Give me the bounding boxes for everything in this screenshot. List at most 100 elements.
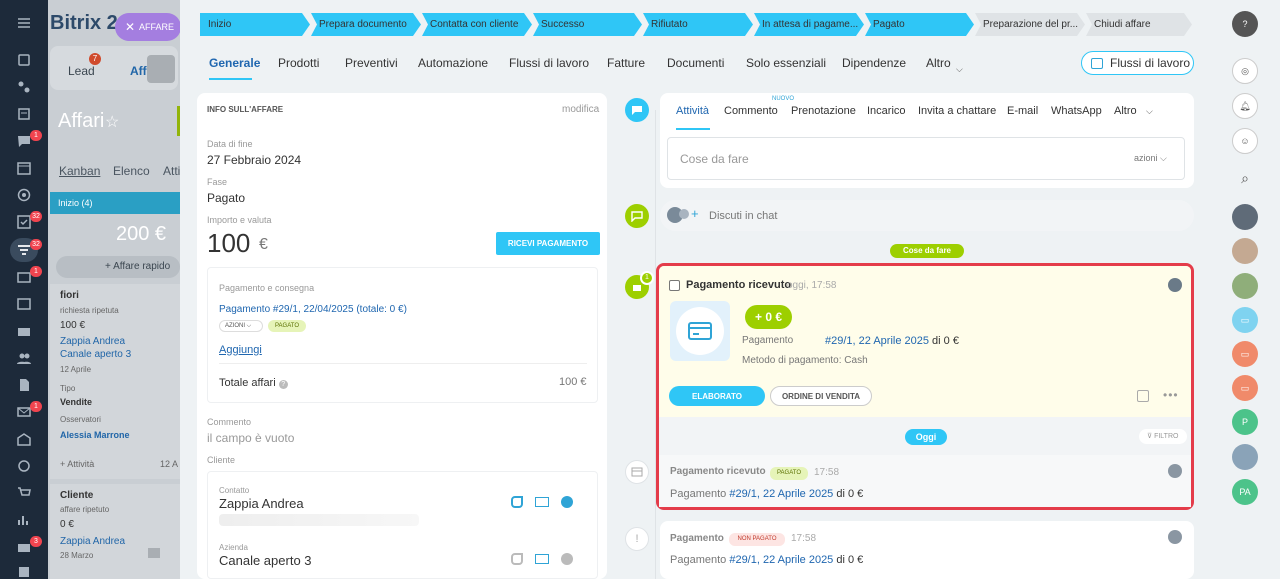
tab-5[interactable]: Flussi di lavoro: [509, 56, 589, 70]
card1-activities[interactable]: + Attività: [60, 459, 94, 469]
comment-value[interactable]: il campo è vuoto: [207, 431, 294, 445]
more-icon[interactable]: [13, 563, 35, 579]
filter-button[interactable]: ⊽ FILTRO: [1139, 429, 1187, 444]
tab-10[interactable]: Altro: [926, 56, 951, 70]
card1-company[interactable]: Canale aperto 3: [60, 349, 131, 360]
activity-tab-6[interactable]: E-mail: [1007, 105, 1038, 117]
avatar[interactable]: [1232, 204, 1258, 230]
more-options-icon[interactable]: •••: [1163, 388, 1179, 402]
activity-tab-8[interactable]: Altro: [1114, 105, 1137, 117]
contact-card-icon[interactable]: ▭: [1232, 341, 1258, 367]
deal-close-button[interactable]: ✕ AFFARE: [115, 13, 180, 41]
stage-4[interactable]: Successo: [533, 13, 642, 36]
search-icon[interactable]: ⌕: [1232, 165, 1258, 191]
tab-lead[interactable]: Lead: [68, 64, 95, 78]
activity-tab-5[interactable]: Invita a chattare: [918, 105, 996, 117]
payment-link[interactable]: Pagamento #29/1, 22/04/2025 (totale: 0 €…: [219, 304, 407, 315]
stage-3[interactable]: Contatta con cliente: [422, 13, 532, 36]
card2-contact[interactable]: Zappia Andrea: [60, 536, 125, 547]
documents-icon[interactable]: [13, 376, 35, 394]
sites-icon[interactable]: [13, 295, 35, 313]
stage-5[interactable]: Rifiutato: [643, 13, 753, 36]
stage-9[interactable]: Chiudi affare: [1086, 13, 1192, 36]
stage-1[interactable]: Inizio: [200, 13, 310, 36]
card1-contact[interactable]: Zappia Andrea: [60, 336, 125, 347]
sales-order-button[interactable]: ORDINE DI VENDITA: [770, 386, 872, 406]
receive-payment-button[interactable]: RICEVI PAGAMENTO: [496, 232, 600, 255]
avatar[interactable]: [1232, 238, 1258, 264]
employees-icon[interactable]: [13, 349, 35, 367]
chat-group-icon[interactable]: ▭: [1232, 307, 1258, 333]
avatar[interactable]: [1232, 444, 1258, 470]
tab-8[interactable]: Solo essenziali: [746, 56, 826, 70]
more-tabs-chevron-icon[interactable]: ⌵: [956, 64, 963, 75]
avatar[interactable]: [1232, 273, 1258, 299]
print-icon[interactable]: [148, 548, 160, 558]
stage-7[interactable]: Pagato: [865, 13, 974, 36]
tab-2[interactable]: Prodotti: [278, 56, 319, 70]
company-name[interactable]: Canale aperto 3: [219, 553, 312, 568]
stage-value[interactable]: Pagato: [207, 191, 245, 205]
open-channel-icon[interactable]: PA: [1232, 479, 1258, 505]
add-participant-icon[interactable]: +: [691, 206, 699, 221]
store-icon[interactable]: [13, 322, 35, 340]
tab-6[interactable]: Fatture: [607, 56, 645, 70]
todo-actions[interactable]: azioni ⌵: [1134, 153, 1167, 164]
end-date-value[interactable]: 27 Febbraio 2024: [207, 153, 301, 167]
cart-icon[interactable]: [13, 484, 35, 502]
view-activities[interactable]: Atti: [163, 164, 180, 178]
feed-icon[interactable]: [13, 105, 35, 123]
open-channel-icon[interactable]: P: [1232, 409, 1258, 435]
star-icon[interactable]: ☆: [105, 112, 119, 132]
amount-value[interactable]: 100: [207, 228, 250, 259]
note-icon[interactable]: [1137, 390, 1149, 402]
crm-target-icon[interactable]: ◎: [1232, 58, 1258, 84]
company-chat-icon[interactable]: [561, 553, 573, 565]
view-list[interactable]: Elenco: [113, 164, 150, 178]
calendar-icon[interactable]: [13, 159, 35, 177]
home-icon[interactable]: [13, 51, 35, 69]
activity-tab-3[interactable]: Prenotazione: [791, 105, 856, 117]
actions-dropdown[interactable]: AZIONI ⌵: [219, 320, 263, 332]
target-icon[interactable]: [13, 186, 35, 204]
company-phone-icon[interactable]: [511, 553, 523, 565]
tab-4[interactable]: Automazione: [418, 56, 488, 70]
workflow-icon[interactable]: [13, 78, 35, 96]
stage-8[interactable]: Preparazione del pr...: [975, 13, 1085, 36]
activity-tab-4[interactable]: Incarico: [867, 105, 906, 117]
menu-icon[interactable]: [13, 14, 35, 32]
activity-tab-1[interactable]: Attività: [676, 105, 709, 117]
phone-icon[interactable]: [511, 496, 523, 508]
card1-observer[interactable]: Alessia Marrone: [60, 430, 130, 440]
company-email-icon[interactable]: [535, 554, 549, 564]
tab-7[interactable]: Documenti: [667, 56, 724, 70]
chat-bubble-icon[interactable]: [561, 496, 573, 508]
user-avatar[interactable]: [1168, 464, 1182, 478]
tab-1[interactable]: Generale: [209, 56, 260, 70]
marketing-icon[interactable]: [13, 457, 35, 475]
activity-tab-2[interactable]: Commento: [724, 105, 778, 117]
help-icon[interactable]: ?: [1232, 11, 1258, 37]
activity-more-chevron-icon[interactable]: ⌵: [1146, 106, 1153, 117]
contact-card-icon[interactable]: ▭: [1232, 375, 1258, 401]
view-kanban[interactable]: Kanban: [59, 164, 100, 178]
user-avatar[interactable]: [1168, 530, 1182, 544]
edit-link[interactable]: modifica: [562, 104, 599, 115]
collapse-icon[interactable]: [147, 55, 175, 83]
bell-icon[interactable]: 🔔︎: [1232, 93, 1258, 119]
payment-card-link[interactable]: #29/1, 22 Aprile 2025: [825, 335, 929, 347]
stage-2[interactable]: Prepara documento: [311, 13, 421, 36]
complete-checkbox[interactable]: [669, 280, 680, 291]
workflow-button[interactable]: Flussi di lavoro: [1081, 51, 1194, 75]
add-payment-link[interactable]: Aggiungi: [219, 344, 262, 356]
activity-tab-7[interactable]: WhatsApp: [1051, 105, 1102, 117]
analytics-icon[interactable]: [13, 511, 35, 529]
history2-link[interactable]: #29/1, 22 Aprile 2025: [729, 554, 833, 566]
email-icon[interactable]: [535, 497, 549, 507]
processed-button[interactable]: ELABORATO: [669, 386, 765, 406]
user-avatar[interactable]: [1168, 278, 1182, 292]
history-link[interactable]: #29/1, 22 Aprile 2025: [729, 488, 833, 500]
contact-name[interactable]: Zappia Andrea: [219, 496, 304, 511]
stage-6[interactable]: In attesa di pagame...: [754, 13, 864, 36]
tab-3[interactable]: Preventivi: [345, 56, 398, 70]
